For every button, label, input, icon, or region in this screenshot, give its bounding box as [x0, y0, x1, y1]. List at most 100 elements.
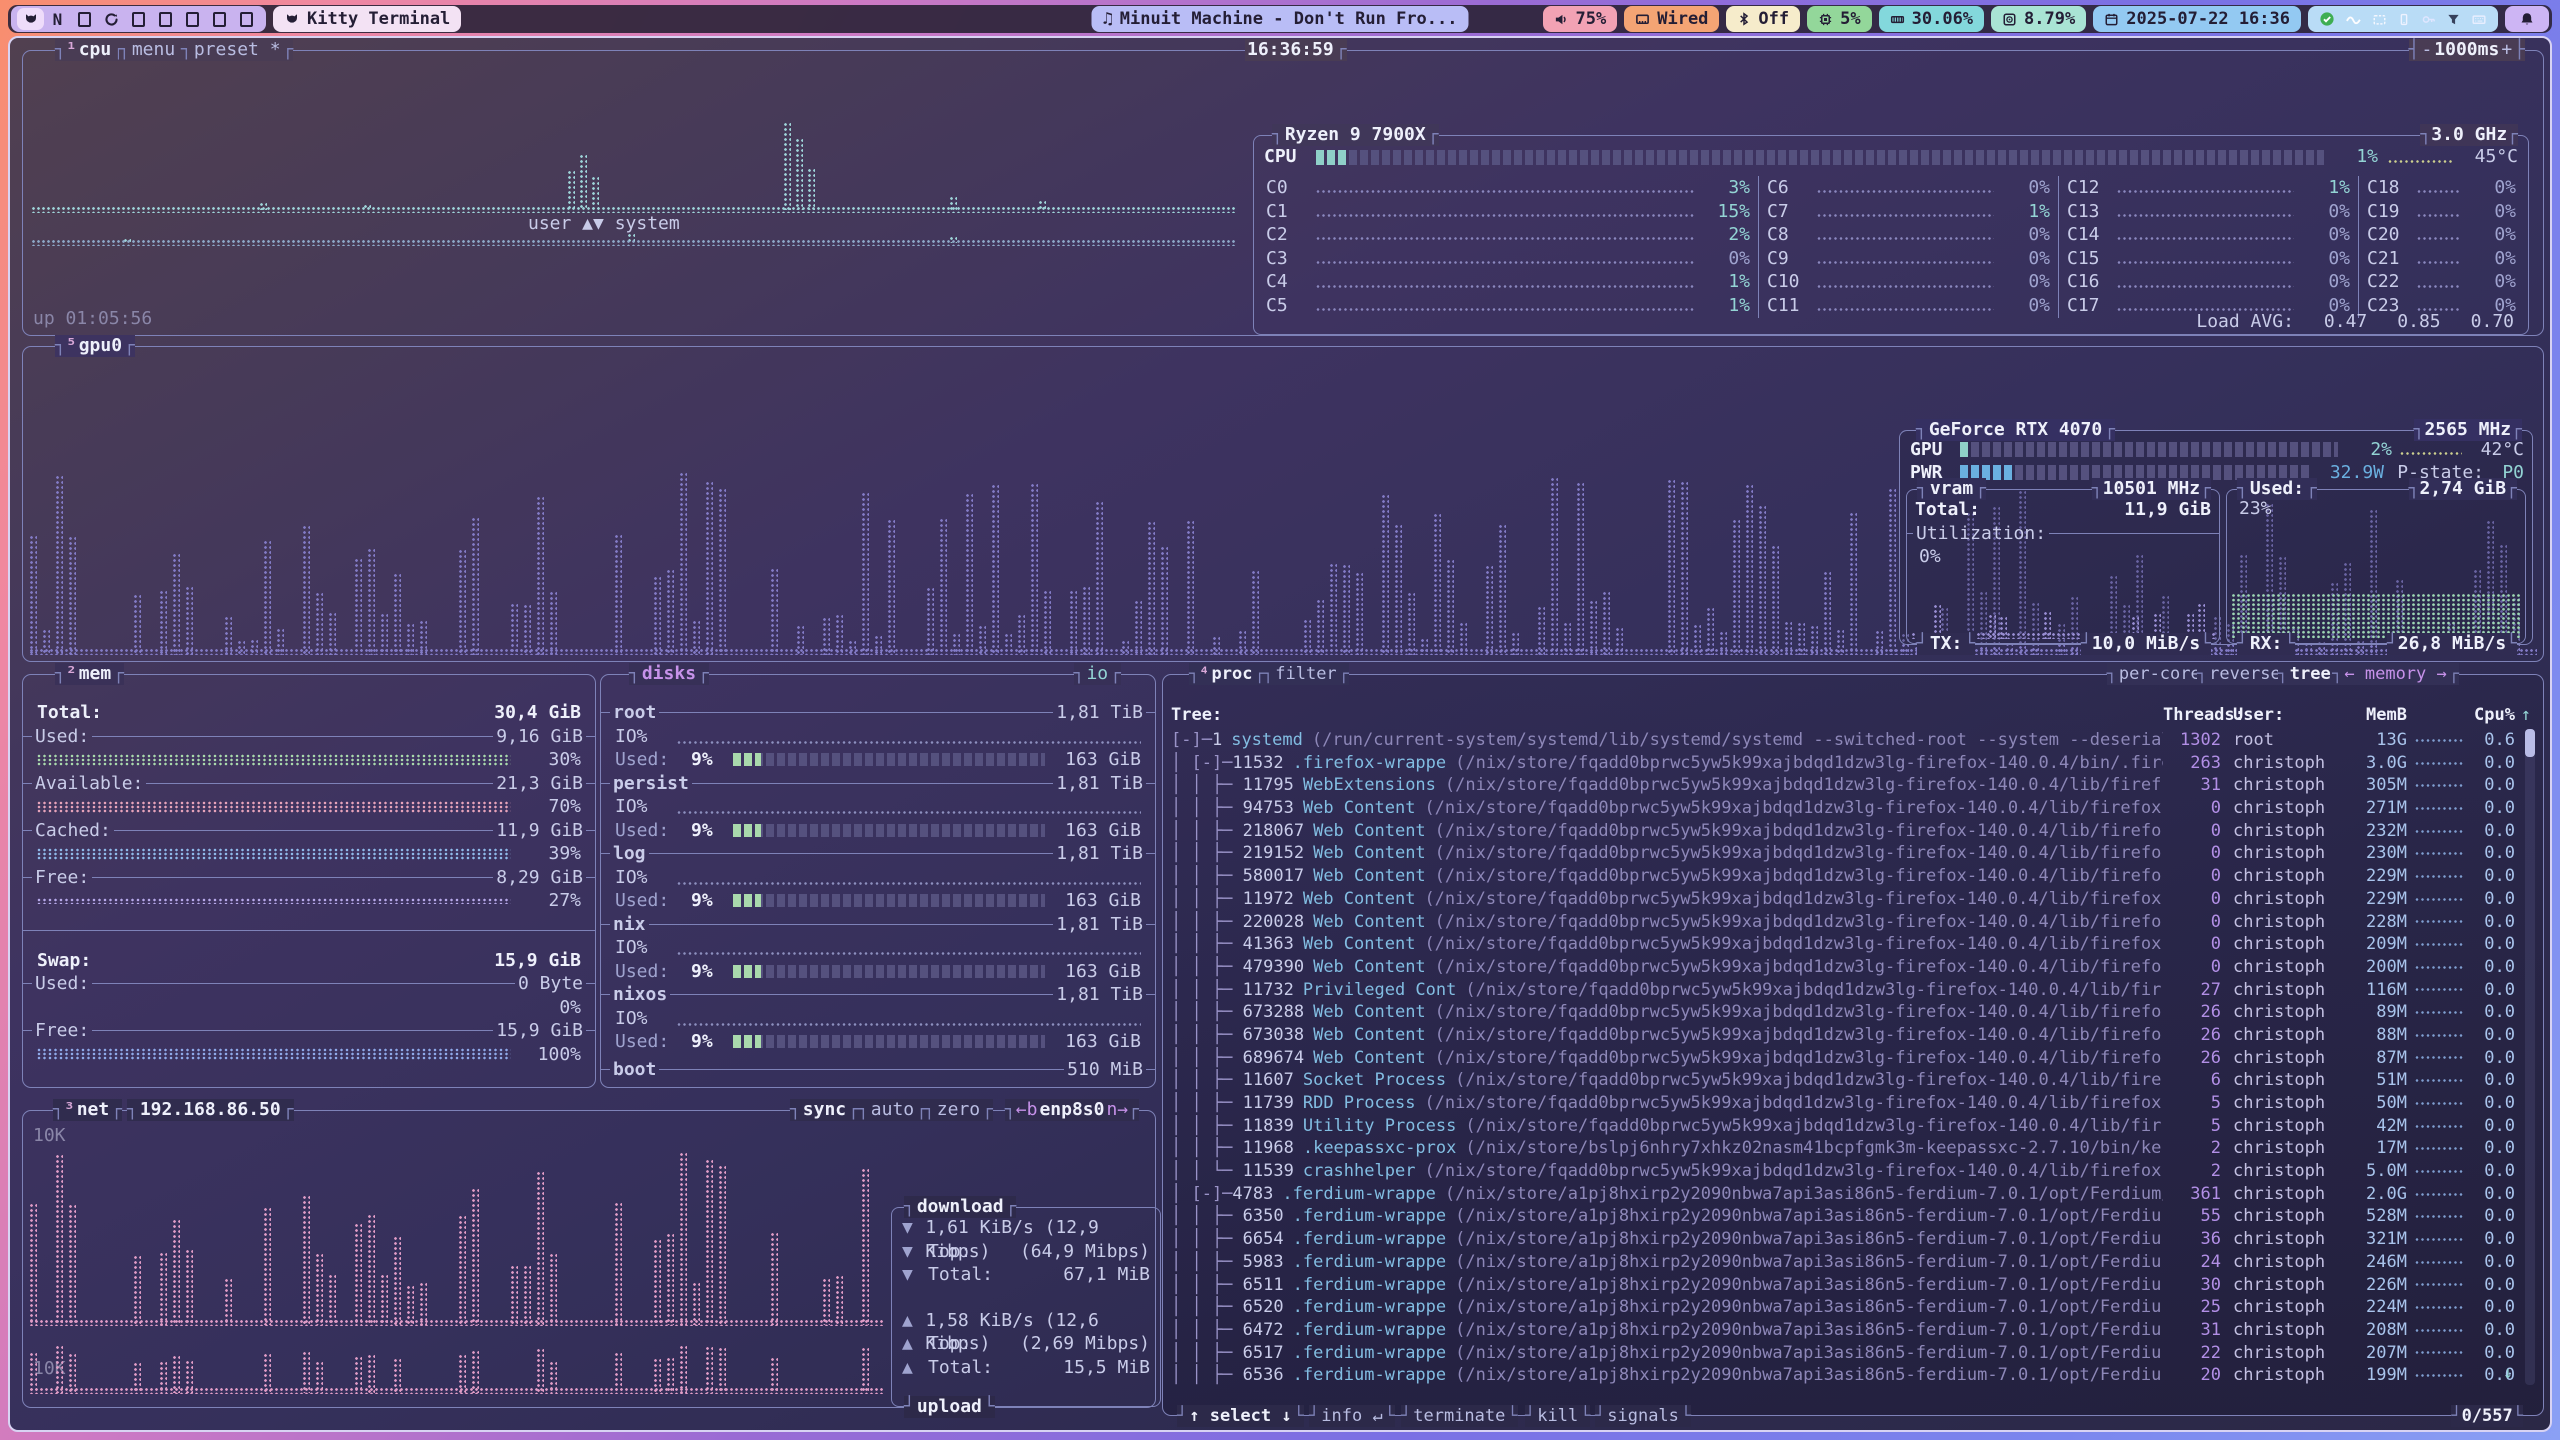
- cpu-module[interactable]: 5%: [1807, 6, 1871, 32]
- net-prev-button[interactable]: ←b: [1016, 1099, 1038, 1121]
- bluetooth-module[interactable]: Off: [1726, 6, 1800, 32]
- proc-kill-button[interactable]: ┘kill└: [1525, 1405, 1590, 1427]
- process-row[interactable]: │ [-]─11532.firefox-wrappe(/nix/store/fq…: [1171, 752, 2515, 775]
- process-row[interactable]: │ │ ├─ 673038Web Content(/nix/store/fqad…: [1171, 1024, 2515, 1047]
- disk-entry[interactable]: root1,81 TiB IO% Used:9%163 GiB: [601, 701, 1155, 772]
- disk-entry[interactable]: log1,81 TiB IO% Used:9%163 GiB: [601, 842, 1155, 913]
- workspace-neovim[interactable]: N: [44, 8, 71, 30]
- key-icon[interactable]: [2421, 12, 2436, 27]
- proc-scrollbar-thumb[interactable]: [2525, 729, 2535, 757]
- proc-info-button[interactable]: ┘info ↵└: [1309, 1405, 1395, 1427]
- proc-scrollbar[interactable]: [2525, 729, 2535, 1385]
- proc-filter-button[interactable]: ┐filter┌: [1263, 663, 1349, 685]
- notifications-module[interactable]: [2505, 6, 2549, 32]
- workspace-9[interactable]: [233, 8, 260, 30]
- clock-module[interactable]: 2025-07-22 16:36: [2093, 6, 2301, 32]
- process-row[interactable]: │ │ ├─ 673288Web Content(/nix/store/fqad…: [1171, 1001, 2515, 1024]
- network-module[interactable]: Wired: [1624, 6, 1719, 32]
- process-row[interactable]: │ │ ├─ 11968.keepassxc-prox(/nix/store/b…: [1171, 1137, 2515, 1160]
- proc-terminate-button[interactable]: ┘terminate└: [1401, 1405, 1518, 1427]
- disks-io-toggle[interactable]: ┐io┌: [1074, 663, 1121, 685]
- col-user[interactable]: User:: [2221, 705, 2333, 725]
- process-row[interactable]: │ │ ├─ 6350.ferdium-wrappe(/nix/store/a1…: [1171, 1205, 2515, 1228]
- col-cpu[interactable]: Cpu%: [2467, 705, 2515, 725]
- proc-select-control[interactable]: ┘↑ select ↓└: [1177, 1405, 1304, 1427]
- process-row[interactable]: │ │ ├─ 220028Web Content(/nix/store/fqad…: [1171, 911, 2515, 934]
- process-row[interactable]: │ │ └─ 11539crashhelper(/nix/store/fqadd…: [1171, 1160, 2515, 1183]
- menu-button[interactable]: ┐menu┌: [119, 39, 188, 61]
- process-row[interactable]: │ │ ├─ 11795WebExtensions(/nix/store/fqa…: [1171, 774, 2515, 797]
- net-zero-toggle[interactable]: ┐zero┌: [924, 1099, 993, 1121]
- process-row[interactable]: │ │ ├─ 689674Web Content(/nix/store/fqad…: [1171, 1047, 2515, 1070]
- process-row[interactable]: │ │ ├─ 218067Web Content(/nix/store/fqad…: [1171, 820, 2515, 843]
- core-row: C41%: [1266, 270, 1750, 294]
- core-row: C51%: [1266, 294, 1750, 318]
- workspace-5[interactable]: [125, 8, 152, 30]
- process-row[interactable]: │ │ ├─ 41363Web Content(/nix/store/fqadd…: [1171, 933, 2515, 956]
- workspace-kitty[interactable]: [17, 8, 44, 30]
- workspace-switcher[interactable]: N: [11, 6, 266, 32]
- cat-icon: [284, 11, 300, 27]
- disk-entry[interactable]: nix1,81 TiB IO% Used:9%163 GiB: [601, 913, 1155, 984]
- disk-entry[interactable]: nixos1,81 TiB IO% Used:9%163 GiB: [601, 983, 1155, 1054]
- process-row[interactable]: │ │ ├─ 5983.ferdium-wrappe(/nix/store/a1…: [1171, 1251, 2515, 1274]
- disks-box-title: ┐disks┌: [629, 663, 709, 685]
- window-title[interactable]: Kitty Terminal: [273, 6, 461, 32]
- disk-boot-row[interactable]: boot510 MiB: [601, 1058, 1155, 1082]
- process-row[interactable]: │ │ ├─ 94753Web Content(/nix/store/fqadd…: [1171, 797, 2515, 820]
- disk-module[interactable]: 8.79%: [1991, 6, 2086, 32]
- process-row[interactable]: │ │ ├─ 11839Utility Process(/nix/store/f…: [1171, 1115, 2515, 1138]
- disk-io-row: IO%: [601, 795, 1155, 819]
- proc-sort-selector[interactable]: ┐← memory →┌: [2332, 663, 2459, 685]
- process-row[interactable]: │ │ ├─ 6654.ferdium-wrappe(/nix/store/a1…: [1171, 1228, 2515, 1251]
- wave-icon[interactable]: [2345, 12, 2362, 27]
- memory-box: ┐²mem┌ Total:30,4 GiB Used:9,16 GiB 30% …: [22, 674, 596, 1088]
- col-tree[interactable]: Tree:: [1171, 705, 2163, 725]
- process-row[interactable]: │ │ ├─ 580017Web Content(/nix/store/fqad…: [1171, 865, 2515, 888]
- process-row[interactable]: │ │ ├─ 11739RDD Process(/nix/store/fqadd…: [1171, 1092, 2515, 1115]
- core-column-1: C03%C115%C22%C30%C41%C51%: [1258, 176, 1758, 318]
- col-memb[interactable]: MemB: [2333, 705, 2407, 725]
- process-row[interactable]: │ │ ├─ 6536.ferdium-wrappe(/nix/store/a1…: [1171, 1364, 2515, 1385]
- interval-plus-button[interactable]: +: [2499, 39, 2514, 61]
- check-circle-icon[interactable]: [2319, 11, 2335, 27]
- col-threads[interactable]: Threads:: [2163, 705, 2221, 725]
- sort-direction-icon[interactable]: ↑: [2521, 705, 2531, 725]
- process-row[interactable]: │ │ ├─ 219152Web Content(/nix/store/fqad…: [1171, 842, 2515, 865]
- workspace-7[interactable]: [179, 8, 206, 30]
- process-row[interactable]: │ │ ├─ 11607Socket Process(/nix/store/fq…: [1171, 1069, 2515, 1092]
- preset-button[interactable]: ┐preset *┌: [181, 39, 293, 61]
- keyboard-icon[interactable]: [2471, 12, 2487, 27]
- process-row[interactable]: │ │ ├─ 11972Web Content(/nix/store/fqadd…: [1171, 888, 2515, 911]
- interval-minus-button[interactable]: -: [2419, 39, 2434, 61]
- process-row[interactable]: │ │ ├─ 11732Privileged Cont(/nix/store/f…: [1171, 979, 2515, 1002]
- volume-module[interactable]: 75%: [1543, 6, 1618, 32]
- memory-module[interactable]: 30.06%: [1879, 6, 1984, 32]
- phone-icon[interactable]: [2397, 12, 2411, 27]
- process-row[interactable]: │ │ ├─ 6511.ferdium-wrappe(/nix/store/a1…: [1171, 1274, 2515, 1297]
- proc-signals-button[interactable]: ┘signals└: [1595, 1405, 1691, 1427]
- process-mem-graph: [2415, 738, 2465, 743]
- browser-swirl-icon: [104, 12, 119, 27]
- process-row[interactable]: [-]─1systemd(/run/current-system/systemd…: [1171, 729, 2515, 752]
- workspace-3[interactable]: [71, 8, 98, 30]
- process-row[interactable]: │ │ ├─ 6520.ferdium-wrappe(/nix/store/a1…: [1171, 1296, 2515, 1319]
- core-row: C90%: [1767, 247, 2050, 271]
- core-row: C130%: [2067, 200, 2350, 224]
- net-auto-toggle[interactable]: ┐auto┌: [858, 1099, 927, 1121]
- process-row[interactable]: │ │ ├─ 6472.ferdium-wrappe(/nix/store/a1…: [1171, 1319, 2515, 1342]
- disk-name-row: root1,81 TiB: [601, 701, 1155, 725]
- workspace-8[interactable]: [206, 8, 233, 30]
- process-row[interactable]: │ │ ├─ 6517.ferdium-wrappe(/nix/store/a1…: [1171, 1342, 2515, 1365]
- filter-funnel-icon[interactable]: [2446, 12, 2461, 27]
- process-row[interactable]: │ [-]─4783.ferdium-wrappe(/nix/store/a1p…: [1171, 1183, 2515, 1206]
- process-row[interactable]: │ │ ├─ 479390Web Content(/nix/store/fqad…: [1171, 956, 2515, 979]
- disk-entry[interactable]: persist1,81 TiB IO% Used:9%163 GiB: [601, 772, 1155, 843]
- window-selection-icon[interactable]: [2372, 12, 2387, 27]
- workspace-6[interactable]: [152, 8, 179, 30]
- net-next-button[interactable]: n→: [1106, 1099, 1128, 1121]
- net-sync-toggle[interactable]: ┐sync┌: [790, 1099, 859, 1121]
- music-player[interactable]: ♫ Minuit Machine - Don't Run Fro...: [1091, 6, 1468, 32]
- workspace-browser[interactable]: [98, 8, 125, 30]
- process-mem-graph: [2415, 1101, 2465, 1106]
